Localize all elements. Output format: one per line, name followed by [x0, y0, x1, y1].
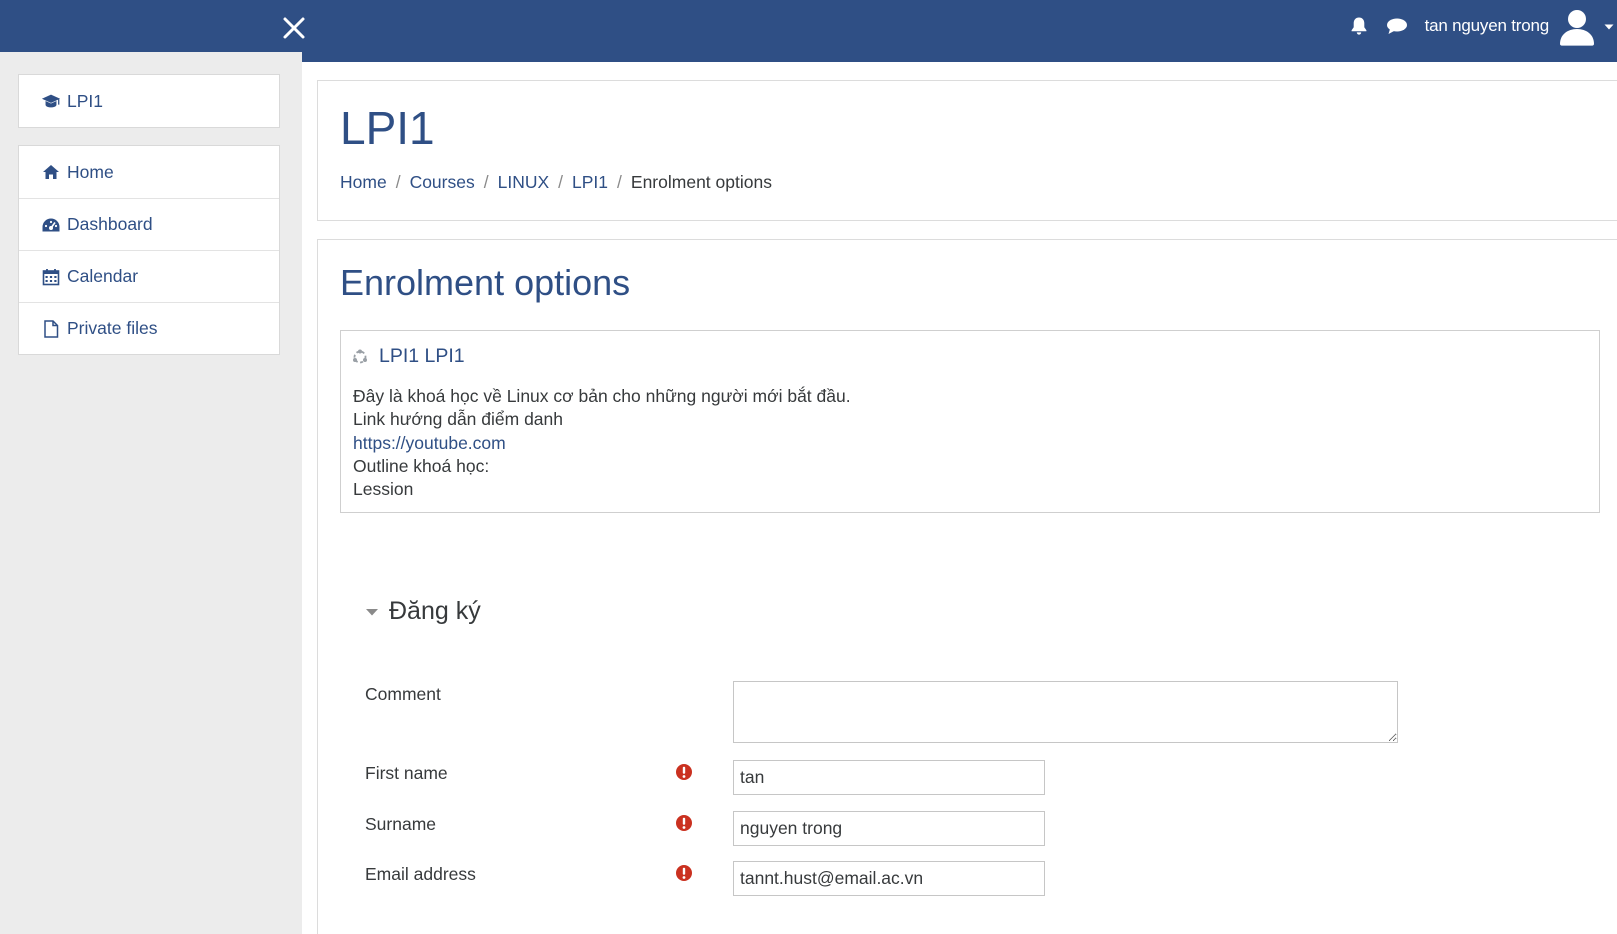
calendar-icon [41, 268, 61, 286]
home-icon [41, 163, 61, 181]
caret-down-icon [366, 608, 378, 615]
user-menu-toggle[interactable] [1603, 20, 1615, 32]
required-icon [676, 865, 692, 881]
navbar-right: tan nguyen trong [1347, 0, 1617, 52]
breadcrumb-linux[interactable]: LINUX [498, 172, 550, 193]
section-title: Đăng ký [389, 597, 481, 625]
summary-line: Outline khoá học: [353, 455, 490, 476]
summary-line: Link hướng dẫn điểm danh [353, 409, 563, 430]
comment-field[interactable] [733, 681, 1398, 743]
firstname-input[interactable] [733, 760, 1045, 795]
summary-line: Đây là khoá học về Linux cơ bản cho nhữn… [353, 386, 851, 406]
user-avatar[interactable] [1557, 6, 1597, 46]
breadcrumb-current: Enrolment options [630, 172, 772, 192]
bell-icon [1351, 17, 1366, 35]
dashboard-icon [41, 216, 61, 234]
close-icon [283, 17, 305, 39]
main-content: Enrolment options LPI1 LPI1 Đây là khoá … [317, 239, 1617, 934]
breadcrumb-lpi1[interactable]: LPI1 [572, 172, 608, 193]
messages-button[interactable] [1385, 14, 1409, 38]
breadcrumb-home[interactable]: Home [340, 172, 387, 193]
sidebar-item-private-files[interactable]: Private files [19, 302, 279, 354]
sidebar-item-course[interactable]: LPI1 [19, 75, 279, 127]
enrol-section-toggle[interactable]: Đăng ký [365, 597, 481, 626]
breadcrumb-separator: / [395, 172, 401, 192]
breadcrumb-separator: / [483, 172, 489, 192]
page-header: LPI1 Home / Courses / LINUX / LPI1 / Enr… [317, 80, 1617, 221]
close-drawer-button[interactable] [280, 14, 308, 42]
file-icon [41, 319, 61, 338]
caret-down-icon [1604, 24, 1614, 30]
sidebar-item-calendar[interactable]: Calendar [19, 250, 279, 302]
sidebar-item-label: LPI1 [67, 90, 103, 111]
breadcrumb-separator: / [558, 172, 564, 192]
header-accent-strip [302, 52, 1617, 62]
breadcrumb-courses[interactable]: Courses [410, 172, 475, 193]
notifications-button[interactable] [1347, 14, 1371, 38]
comment-label: Comment [365, 684, 441, 704]
main-nav-card: Home Dashboard Calendar Private files [18, 145, 280, 355]
page-title: LPI1 [340, 102, 435, 154]
sidebar-item-label: Dashboard [67, 214, 153, 234]
graduation-cap-icon [41, 92, 61, 110]
course-info-header: LPI1 LPI1 [351, 345, 465, 368]
top-navbar: tan nguyen trong [0, 0, 1617, 52]
firstname-label: First name [365, 763, 448, 783]
course-title-link[interactable]: LPI1 LPI1 [379, 345, 465, 368]
sidebar-item-label: Home [67, 161, 114, 182]
sidebar-item-dashboard[interactable]: Dashboard [19, 198, 279, 250]
chat-icon [1386, 18, 1407, 34]
nav-drawer: LPI1 Home Dashboard Calendar Private fil… [0, 52, 302, 934]
course-summary-box: LPI1 LPI1 Đây là khoá học về Linux cơ bả… [340, 330, 1600, 513]
summary-link[interactable]: https://youtube.com [353, 432, 851, 455]
sidebar-item-label: Private files [67, 318, 158, 338]
sidebar-item-label: Calendar [67, 266, 139, 286]
required-icon [676, 764, 692, 780]
course-icon [351, 348, 369, 366]
course-nav-card: LPI1 [18, 74, 280, 128]
email-input[interactable] [733, 861, 1045, 896]
surname-label: Surname [365, 814, 437, 834]
course-summary: Đây là khoá học về Linux cơ bản cho nhữn… [353, 385, 851, 501]
user-avatar-icon [1560, 10, 1594, 46]
surname-input[interactable] [733, 811, 1045, 846]
page-heading: Enrolment options [340, 262, 631, 303]
user-name[interactable]: tan nguyen trong [1425, 16, 1550, 36]
required-icon [676, 815, 692, 831]
summary-line: Lession [353, 479, 414, 500]
breadcrumb-separator: / [617, 172, 622, 192]
sidebar-item-home[interactable]: Home [19, 146, 279, 198]
email-label: Email address [365, 864, 476, 884]
breadcrumb: Home / Courses / LINUX / LPI1 / Enrolmen… [340, 172, 772, 193]
